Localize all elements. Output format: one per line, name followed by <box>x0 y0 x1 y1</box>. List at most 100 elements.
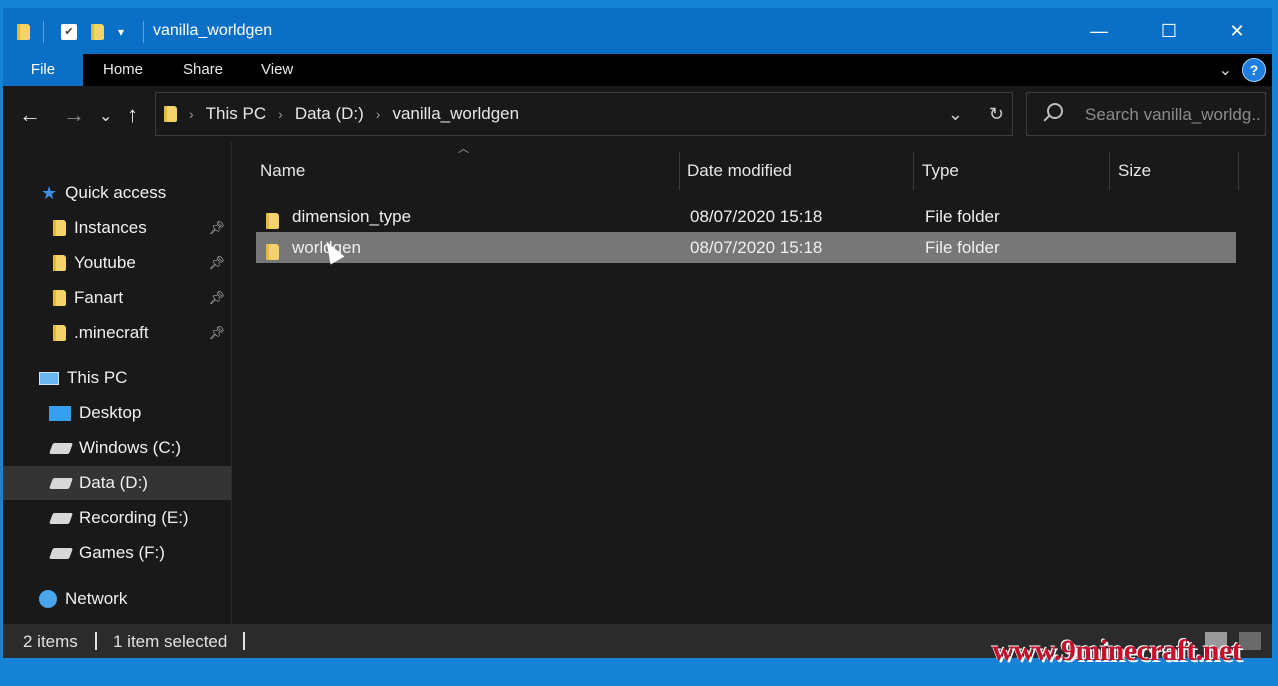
maximize-button[interactable]: ☐ <box>1135 8 1203 54</box>
chevron-right-icon[interactable]: › <box>376 106 381 122</box>
sidebar-item-minecraft[interactable]: .minecraft 📌︎ <box>3 316 231 350</box>
chevron-right-icon[interactable]: › <box>189 106 194 122</box>
ribbon-tabs: File Home Share View ⌄ ? <box>3 54 1272 86</box>
pin-icon[interactable]: 📌︎ <box>208 290 225 306</box>
column-header-type[interactable]: Type <box>922 152 959 190</box>
file-row[interactable]: dimension_type 08/07/2020 15:18 File fol… <box>256 201 1236 232</box>
address-bar[interactable]: › This PC › Data (D:) › vanilla_worldgen… <box>155 92 1013 136</box>
column-divider[interactable] <box>1109 152 1110 190</box>
sidebar-item-this-pc[interactable]: This PC <box>3 361 231 395</box>
drive-icon <box>48 547 74 559</box>
file-name: dimension_type <box>292 207 412 226</box>
search-box[interactable]: Search vanilla_worldg... <box>1026 92 1266 136</box>
sidebar-item-label: Network <box>65 589 128 608</box>
help-icon[interactable]: ? <box>1242 58 1266 82</box>
recent-locations-button[interactable]: ⌄ <box>99 106 112 126</box>
chevron-right-icon[interactable]: › <box>278 106 283 122</box>
minimize-button[interactable]: — <box>1065 8 1133 54</box>
column-header-name[interactable]: Name <box>260 152 305 190</box>
properties-icon[interactable]: ✔ <box>61 24 77 40</box>
back-button[interactable]: ← <box>19 102 41 128</box>
folder-icon <box>53 325 66 341</box>
sidebar-item-label: Desktop <box>79 403 142 422</box>
sidebar-item-quick-access[interactable]: ★ Quick access <box>3 176 231 210</box>
large-icons-view-icon[interactable] <box>1239 632 1261 650</box>
quick-access-buttons: ✔ ▾ <box>61 20 124 44</box>
sidebar-item-label: Youtube <box>74 253 136 272</box>
tab-home[interactable]: Home <box>103 54 143 86</box>
sort-ascending-icon: ︿ <box>458 143 469 155</box>
sidebar-item-instances[interactable]: Instances 📌︎ <box>3 211 231 245</box>
search-input[interactable]: Search vanilla_worldg... <box>1085 105 1261 125</box>
file-type: File folder <box>925 238 1000 257</box>
address-tools: ⌄ ↻ <box>948 93 1004 135</box>
selection-count: 1 item selected <box>113 632 228 651</box>
drive-icon <box>48 512 74 524</box>
file-explorer-window: ✔ ▾ vanilla_worldgen — ☐ ✕ File Home Sha… <box>3 8 1272 658</box>
sidebar-item-label: .minecraft <box>74 323 149 342</box>
sidebar-item-data-d[interactable]: Data (D:) <box>3 466 231 500</box>
file-type: File folder <box>925 207 1000 226</box>
column-divider[interactable] <box>1238 152 1239 190</box>
status-divider <box>95 632 97 650</box>
file-date: 08/07/2020 15:18 <box>690 238 823 257</box>
chevron-down-icon[interactable]: ⌄ <box>948 104 963 125</box>
column-divider[interactable] <box>679 152 680 190</box>
tab-view[interactable]: View <box>261 54 293 86</box>
customize-toolbar-icon[interactable]: ▾ <box>118 25 124 39</box>
sidebar-item-desktop[interactable]: Desktop <box>3 396 231 430</box>
tab-file[interactable]: File <box>3 54 83 86</box>
pin-icon[interactable]: 📌︎ <box>208 220 225 236</box>
breadcrumb-this-pc[interactable]: This PC <box>206 104 266 124</box>
sidebar-item-label: This PC <box>67 368 128 387</box>
navigation-pane: ★ Quick access Instances 📌︎ Youtube 📌︎ F… <box>3 142 231 624</box>
title-divider <box>143 21 144 43</box>
column-header-size[interactable]: Size <box>1118 152 1151 190</box>
folder-icon <box>53 255 66 271</box>
pin-icon[interactable]: 📌︎ <box>208 255 225 271</box>
new-folder-icon[interactable] <box>91 24 104 40</box>
up-button[interactable]: ↑ <box>127 102 138 128</box>
quick-access-toolbar <box>17 20 30 44</box>
item-count: 2 items <box>23 632 78 651</box>
navigation-bar: ← → ⌄ ↑ › This PC › Data (D:) › vanilla_… <box>3 86 1272 142</box>
sidebar-item-recording-e[interactable]: Recording (E:) <box>3 501 231 535</box>
breadcrumb-data-d[interactable]: Data (D:) <box>295 104 364 124</box>
star-icon: ★ <box>41 182 58 203</box>
forward-button[interactable]: → <box>63 102 85 128</box>
sidebar-item-youtube[interactable]: Youtube 📌︎ <box>3 246 231 280</box>
column-header-date[interactable]: Date modified <box>687 152 792 190</box>
sidebar-item-label: Instances <box>74 218 147 237</box>
title-bar: ✔ ▾ vanilla_worldgen — ☐ ✕ <box>3 8 1272 54</box>
ribbon-controls: ⌄ ? <box>1219 58 1266 82</box>
folder-icon <box>53 220 66 236</box>
pin-icon[interactable]: 📌︎ <box>208 325 225 341</box>
sidebar-item-label: Recording (E:) <box>79 508 189 527</box>
sidebar-item-network[interactable]: Network <box>3 582 231 616</box>
breadcrumb-vanilla-worldgen[interactable]: vanilla_worldgen <box>392 104 519 124</box>
toolbar-divider <box>43 21 44 43</box>
column-divider[interactable] <box>913 152 914 190</box>
refresh-icon[interactable]: ↻ <box>989 104 1004 125</box>
desktop-icon <box>49 405 71 421</box>
folder-icon <box>266 244 279 260</box>
folder-icon <box>17 24 30 40</box>
network-icon <box>39 590 57 608</box>
sidebar-item-label: Fanart <box>74 288 124 307</box>
computer-icon <box>39 371 59 385</box>
sidebar-item-games-f[interactable]: Games (F:) <box>3 536 231 570</box>
file-date: 08/07/2020 15:18 <box>690 207 823 226</box>
file-row-selected[interactable]: worldgen 08/07/2020 15:18 File folder <box>256 232 1236 263</box>
status-divider <box>243 632 245 650</box>
folder-icon <box>164 106 177 122</box>
sidebar-item-label: Data (D:) <box>79 473 148 492</box>
breadcrumb: › This PC › Data (D:) › vanilla_worldgen <box>164 93 519 135</box>
tab-share[interactable]: Share <box>183 54 223 86</box>
sidebar-item-fanart[interactable]: Fanart 📌︎ <box>3 281 231 315</box>
sidebar-item-label: Games (F:) <box>79 543 165 562</box>
sidebar-item-label: Windows (C:) <box>79 438 182 457</box>
folder-icon <box>266 213 279 229</box>
sidebar-item-windows-c[interactable]: Windows (C:) <box>3 431 231 465</box>
close-button[interactable]: ✕ <box>1203 8 1271 54</box>
expand-ribbon-icon[interactable]: ⌄ <box>1219 60 1232 80</box>
